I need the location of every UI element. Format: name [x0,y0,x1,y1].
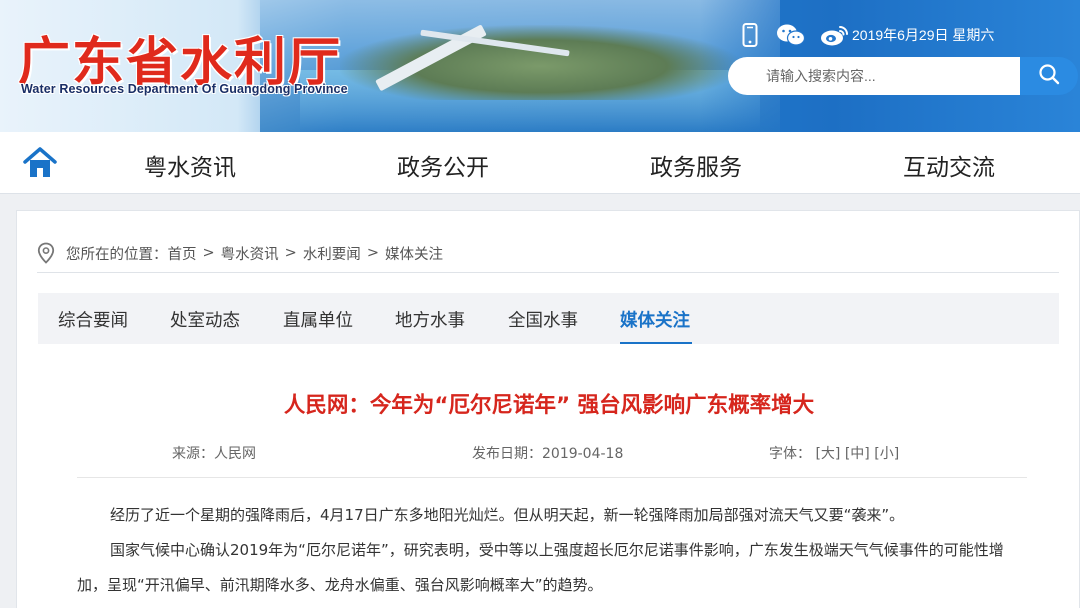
header-date: 2019年6月29日 星期六 [852,27,995,43]
breadcrumb-prefix: 您所在的位置： [66,246,168,263]
mobile-icon[interactable] [738,23,762,47]
tab-media-attention[interactable]: 媒体关注 [620,307,690,332]
main-nav: 粤水资讯 政务公开 政务服务 互动交流 [0,132,1080,194]
search-icon [1038,63,1060,89]
tab-affiliated-units[interactable]: 直属单位 [283,307,353,332]
nav-item-interaction[interactable]: 互动交流 [903,148,995,182]
wechat-icon[interactable] [776,23,806,47]
tab-general-news[interactable]: 综合要闻 [58,307,128,332]
banner-photo-island [340,25,740,100]
date-value: 2019-04-18 [542,446,624,462]
article-source: 来源：人民网 [172,443,256,463]
date-label: 发布日期： [472,446,542,462]
site-logo-subtitle: Water Resources Department Of Guangdong … [21,82,348,96]
tab-national-water[interactable]: 全国水事 [508,307,578,332]
tab-department-news[interactable]: 处室动态 [170,307,240,332]
breadcrumb-separator: > [202,245,215,261]
breadcrumb-home[interactable]: 首页 [168,243,197,264]
header-banner: 广东省水利厅 Water Resources Department Of Gua… [0,0,1080,132]
header-social-icons [738,22,864,48]
breadcrumb-separator: > [366,245,379,261]
nav-item-gov-affairs[interactable]: 政务公开 [397,148,489,182]
content-panel: 您所在的位置： 首页 > 粤水资讯 > 水利要闻 > 媒体关注 综合要闻 处室动… [16,210,1080,608]
article-date: 发布日期：2019-04-18 [472,443,623,463]
font-size-label: 字体： [769,446,811,462]
breadcrumb-news[interactable]: 粤水资讯 [221,243,279,264]
article-title: 人民网：今年为“厄尔尼诺年” 强台风影响广东概率增大 [283,393,815,418]
tab-local-water[interactable]: 地方水事 [395,307,465,332]
source-label: 来源： [172,446,214,462]
font-size-large[interactable]: [大] [815,446,840,462]
source-value: 人民网 [214,446,256,462]
breadcrumb-media[interactable]: 媒体关注 [385,243,443,264]
location-pin-icon [37,242,55,264]
breadcrumb: 您所在的位置： 首页 > 粤水资讯 > 水利要闻 > 媒体关注 [37,241,443,265]
search-button[interactable] [1020,57,1078,95]
font-size-controls: 字体： [大] [中] [小] [769,443,899,463]
home-icon[interactable] [22,146,58,180]
subcategory-tabs: 综合要闻 处室动态 直属单位 地方水事 全国水事 媒体关注 [38,293,1059,344]
nav-item-gov-services[interactable]: 政务服务 [650,148,742,182]
font-size-small[interactable]: [小] [874,446,899,462]
breadcrumb-separator: > [284,245,297,261]
breadcrumb-water-news[interactable]: 水利要闻 [303,243,361,264]
nav-item-news[interactable]: 粤水资讯 [144,148,236,182]
weibo-icon[interactable] [820,23,850,47]
breadcrumb-divider [37,272,1059,273]
font-size-medium[interactable]: [中] [845,446,870,462]
article-paragraph: 国家气候中心确认2019年为“厄尔尼诺年”，研究表明，受中等以上强度超长厄尔尼诺… [77,541,1004,594]
search-input[interactable] [728,57,1020,95]
article-paragraph: 经历了近一个星期的强降雨后，4月17日广东多地阳光灿烂。但从明天起，新一轮强降雨… [110,506,905,524]
active-tab-underline [620,342,692,344]
article-divider [77,477,1027,478]
